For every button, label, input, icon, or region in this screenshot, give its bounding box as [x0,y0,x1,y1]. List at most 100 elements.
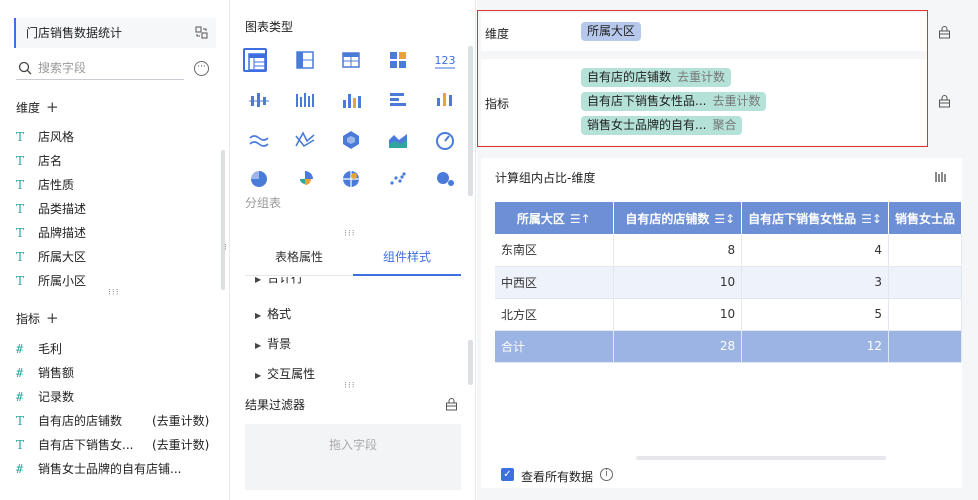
sort-icon[interactable]: ☰↕ [861,212,882,226]
table-cell: 东南区 [495,234,614,267]
column-header[interactable]: 自有店下销售女性品 ☰↕ [741,202,889,234]
field-aggregation: (去重计数) [152,438,210,452]
add-dimension-icon[interactable]: + [46,98,59,116]
dimension-scrollbar[interactable] [221,150,225,290]
more-options-icon[interactable]: ··· [194,61,209,76]
field-name: 销售女士品牌的自有店铺... [38,462,182,476]
property-background[interactable]: ▶ 背景 [255,335,291,352]
map-chart-icon[interactable] [339,167,363,187]
dimension-chip[interactable]: 所属大区 [581,22,642,41]
property-interaction[interactable]: ▶ 交互属性 [255,365,315,382]
kpi-number-icon[interactable]: 123 [433,48,457,72]
drag-handle-icon[interactable]: ⁝⁝⁝ [344,381,356,391]
add-measure-icon[interactable]: + [46,309,59,327]
group-table-icon[interactable] [243,48,267,72]
table-row[interactable]: 中西区 10 3 [495,266,963,299]
radar-line-icon[interactable] [293,128,317,152]
properties-scrollbar[interactable] [468,340,473,385]
line-chart-icon[interactable] [247,128,271,152]
table-cell: 5 [741,298,889,331]
column-settings-icon[interactable] [934,170,948,184]
drag-handle-icon[interactable]: ⁝⁝⁝ [344,229,356,239]
detail-table-icon[interactable] [339,48,363,72]
table-total-row[interactable]: 合计 28 12 [495,330,963,363]
lock-icon[interactable] [938,95,951,108]
field-search[interactable] [16,58,184,80]
measure-field[interactable]: # 毛利 [16,340,221,360]
column-header[interactable]: 销售女士品 [888,202,963,234]
panel-resize-icon[interactable]: ⁝ [224,243,228,253]
dimension-field[interactable]: T 店名 [16,152,221,172]
column-chart-icon[interactable] [339,88,363,112]
field-name: 所属大区 [38,250,87,264]
field-panel: 门店销售数据统计 ··· 维度+ T店风格T店名T店性质T品类描述T品牌描述T所… [0,0,230,500]
dataset-title[interactable]: 门店销售数据统计 [14,18,216,48]
field-name: 自有店的店铺数 [38,414,123,428]
measure-field[interactable]: T 自有店下销售女... (去重计数) [16,436,221,456]
info-icon[interactable]: i [600,468,613,481]
stacked-column-icon[interactable] [433,88,457,112]
indicator-chip[interactable]: 自有店的店铺数 去重计数 [581,68,732,87]
switch-layout-icon[interactable] [195,26,208,39]
property-label: 合计行 [267,277,304,285]
dimension-field[interactable]: T 所属大区 [16,248,221,268]
dimension-field[interactable]: T 品类描述 [16,200,221,220]
field-name: 记录数 [38,390,75,404]
drag-handle-icon[interactable]: ⁝⁝⁝ [108,288,120,298]
measure-field[interactable]: # 销售女士品牌的自有店铺... [16,460,221,480]
indicator-chip-label: 销售女士品牌的自有... [587,118,707,132]
property-clip: ▶ 合计行 [231,277,461,287]
property-total-row[interactable]: ▶ 合计行 [255,277,303,286]
indicator-chip[interactable]: 自有店下销售女性品... 去重计数 [581,92,767,111]
chart-types-scrollbar[interactable] [468,46,473,196]
column-header[interactable]: 自有店的店铺数 ☰↕ [613,202,743,234]
text-field-icon: T [16,178,25,192]
number-field-icon: # [16,366,24,380]
table-horizontal-scrollbar[interactable] [636,456,886,460]
measure-field[interactable]: # 记录数 [16,388,221,408]
table-cell [888,330,963,363]
tab-table-properties[interactable]: 表格属性 [245,240,353,276]
table-cell: 合计 [495,330,614,363]
indicator-chip-label: 自有店的店铺数 [587,70,672,84]
group-table-label: 分组表 [245,196,282,210]
bubble-chart-icon[interactable] [433,167,457,187]
gauge-chart-icon[interactable] [433,128,457,152]
indicator-chip-agg: 聚合 [712,118,737,132]
measure-field[interactable]: T 自有店的店铺数 (去重计数) [16,412,221,432]
view-all-checkbox[interactable]: ✓ [501,468,514,481]
radar-chart-icon[interactable] [339,128,363,152]
boxplot-chart-icon[interactable] [247,88,271,112]
scatter-chart-icon[interactable] [386,167,410,187]
lock-icon[interactable] [938,26,951,39]
sort-icon[interactable]: ☰↑ [570,212,591,226]
text-field-icon: T [16,438,25,452]
area-chart-icon[interactable] [386,128,410,152]
rose-chart-icon[interactable] [293,167,317,187]
text-field-icon: T [16,130,25,144]
cross-table-icon[interactable] [293,48,317,72]
table-row[interactable]: 北方区 10 5 [495,298,963,331]
dimension-field[interactable]: T 品牌描述 [16,224,221,244]
search-input[interactable] [38,58,178,78]
pie-chart-icon[interactable] [247,167,271,187]
property-label: 交互属性 [267,367,316,381]
measure-field[interactable]: # 销售额 [16,364,221,384]
sort-icon[interactable]: ☰↕ [714,212,735,226]
indicator-chip-agg: 去重计数 [677,70,726,84]
table-row[interactable]: 东南区 8 4 [495,234,963,267]
field-name: 销售额 [38,366,75,380]
multi-bar-chart-icon[interactable] [293,88,317,112]
lock-icon[interactable] [445,398,458,411]
dimension-field[interactable]: T 店性质 [16,176,221,196]
bar-chart-icon[interactable] [386,88,410,112]
dashboard-block-icon[interactable] [386,48,410,72]
column-header[interactable]: 所属大区 ☰↑ [495,202,614,234]
tab-component-style[interactable]: 组件样式 [353,240,461,276]
property-format[interactable]: ▶ 格式 [255,305,291,322]
filter-drop-zone[interactable]: 拖入字段 [245,424,461,490]
measure-header-label: 指标 [16,312,41,326]
dimension-field[interactable]: T 店风格 [16,128,221,148]
svg-text:123: 123 [435,54,456,67]
indicator-chip[interactable]: 销售女士品牌的自有... 聚合 [581,116,743,135]
